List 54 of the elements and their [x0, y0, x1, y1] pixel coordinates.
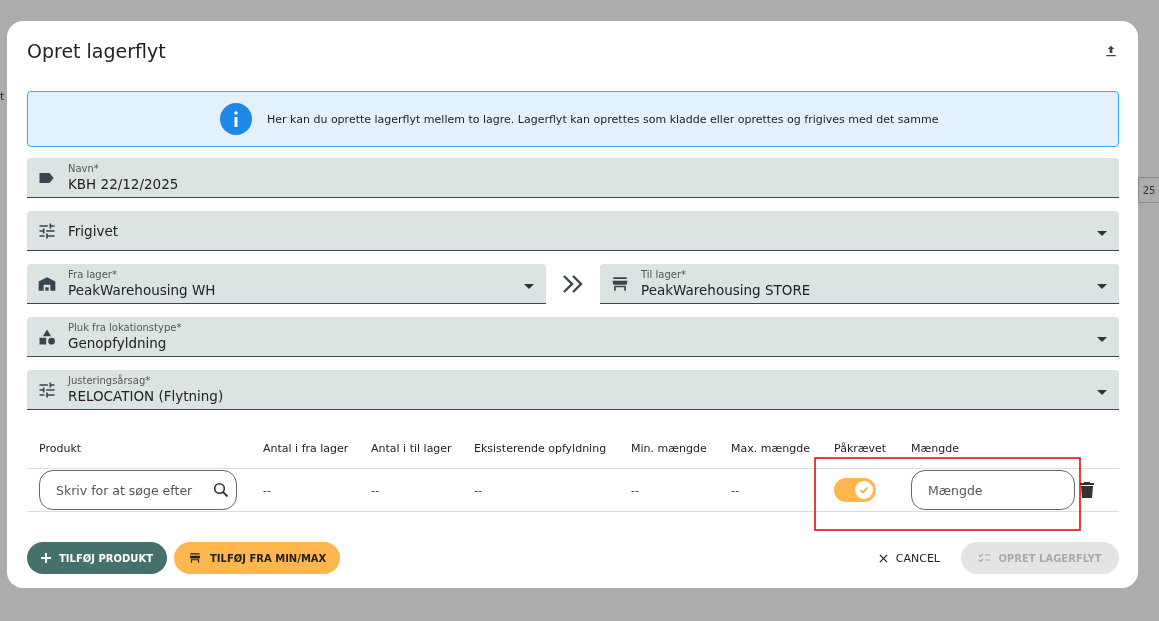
plus-icon	[41, 553, 51, 563]
dropdown-caret-icon	[1097, 337, 1107, 342]
check-icon	[859, 485, 869, 495]
field-label: Fra lager*	[68, 268, 118, 281]
select-field[interactable]: Pluk fra lokationstype* Genopfyldning	[27, 317, 1119, 357]
background-text: t	[0, 90, 5, 103]
search-icon	[213, 482, 229, 498]
select-field[interactable]: Fra lager* PeakWarehousing WH	[27, 264, 546, 304]
column-header: Eksisterende opfyldning	[473, 441, 608, 455]
table-cell-text: --	[630, 483, 640, 497]
column-header: Mængde	[910, 441, 960, 455]
info-text: Her kan du oprette lagerflyt mellem to lagre. Lagerflyt kan oprettes som kladde eller oprettes og frigives med det samme	[267, 112, 939, 126]
column-header: Antal i fra lager	[262, 441, 350, 455]
field-value: PeakWarehousing WH	[68, 280, 217, 299]
quantity-field[interactable]: Mængde	[911, 470, 1075, 510]
store-icon	[188, 551, 202, 565]
trash-icon[interactable]	[1080, 482, 1094, 498]
field-value: Frigivet	[68, 221, 119, 240]
field-label: Navn*	[68, 162, 100, 175]
required-toggle[interactable]	[834, 478, 876, 502]
cancel-button[interactable]: CANCEL	[864, 542, 954, 574]
select-field[interactable]: Justeringsårsag* RELOCATION (Flytning)	[27, 370, 1119, 410]
field-value: Genopfyldning	[68, 333, 168, 352]
table-cell-text: --	[370, 483, 380, 497]
field-value: KBH 22/12/2025	[68, 174, 180, 193]
dropdown-caret-icon	[524, 284, 534, 289]
checklist-icon	[978, 552, 991, 564]
upload-icon[interactable]	[1103, 43, 1119, 59]
column-header: Påkrævet	[833, 441, 888, 455]
table-cell-text: --	[730, 483, 740, 497]
table-cell-text: --	[473, 483, 483, 497]
dropdown-caret-icon	[1097, 390, 1107, 395]
dropdown-caret-icon	[1097, 284, 1107, 289]
close-icon	[878, 553, 888, 563]
input-field[interactable]: Navn* KBH 22/12/2025	[27, 158, 1119, 198]
field-label: Til lager*	[641, 268, 688, 281]
dropdown-caret-icon	[1097, 231, 1107, 236]
select-field[interactable]: Frigivet	[27, 211, 1119, 251]
field-value: PeakWarehousing STORE	[641, 280, 812, 299]
field-label: Justeringsårsag*	[68, 374, 152, 387]
column-header: Max. mængde	[730, 441, 811, 455]
product-search-field[interactable]: Skriv for at søge efter	[39, 470, 237, 510]
table-cell-text: --	[262, 483, 272, 497]
add-product-button[interactable]: TILFØJ PRODUKT	[27, 542, 167, 574]
column-header: Min. mængde	[630, 441, 708, 455]
column-header: Produkt	[38, 441, 83, 455]
column-header: Antal i til lager	[370, 441, 453, 455]
field-label: Pluk fra lokationstype*	[68, 321, 183, 334]
double-chevron-icon	[562, 274, 584, 294]
field-value: RELOCATION (Flytning)	[68, 386, 225, 405]
dialog-title: Opret lagerflyt	[27, 40, 166, 62]
add-from-minmax-button[interactable]: TILFØJ FRA MIN/MAX	[174, 542, 341, 574]
info-icon	[220, 103, 252, 135]
select-field[interactable]: Til lager* PeakWarehousing STORE	[600, 264, 1119, 304]
